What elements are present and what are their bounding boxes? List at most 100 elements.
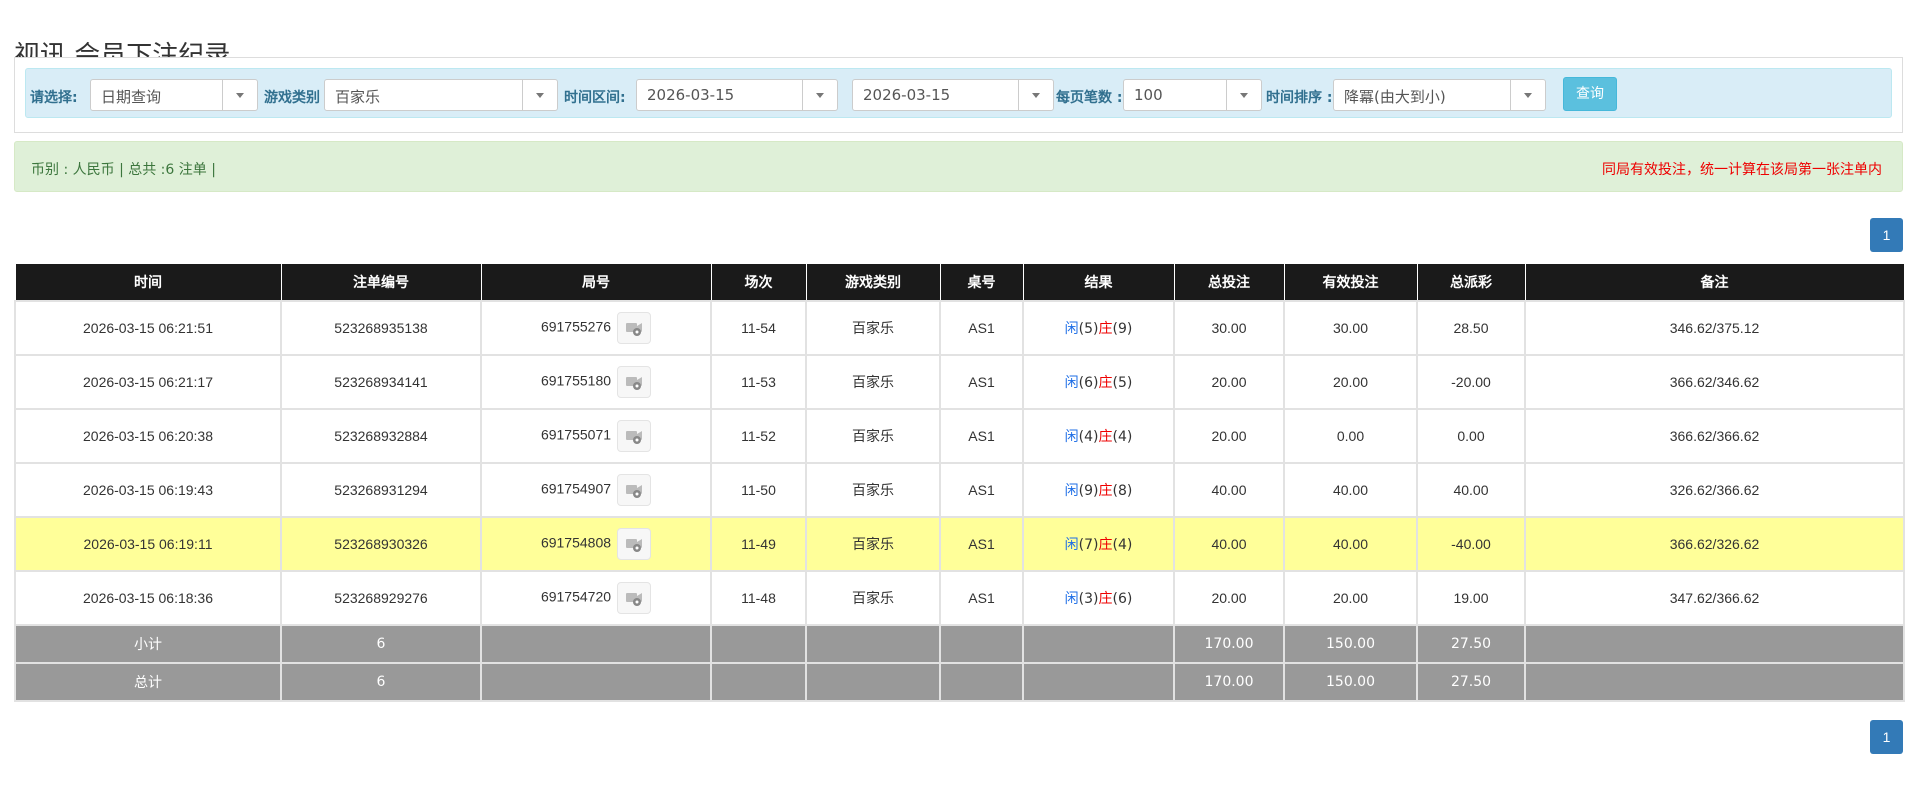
bet-record-table: 时间 注单编号 局号 场次 游戏类别 桌号 结果 总投注 有效投注 总派彩 备注… — [14, 263, 1905, 702]
payout: 19.00 — [1416, 570, 1526, 626]
banker-label: 庄 — [1098, 429, 1113, 445]
game-select[interactable]: 百家乐 — [324, 79, 558, 111]
total-bet[interactable]: 30.00 — [1173, 300, 1285, 356]
round-cell: 691755180 — [480, 354, 712, 410]
shoe-number: 11-48 — [710, 570, 807, 626]
round-cell: 691754720 — [480, 570, 712, 626]
video-replay-icon[interactable] — [617, 366, 652, 398]
round-number: 691755276 — [540, 318, 612, 335]
col-header: 总派彩 — [1416, 263, 1526, 302]
per-page-value: 100 — [1134, 86, 1163, 104]
video-replay-icon[interactable] — [617, 474, 652, 506]
subtotal-count: 6 — [280, 624, 482, 664]
col-header: 结果 — [1022, 263, 1175, 302]
player-points: (9) — [1078, 483, 1099, 499]
bet-time: 2026-03-15 06:21:51 — [14, 300, 282, 356]
empty-cell — [1524, 662, 1905, 702]
pagination-page-top[interactable]: 1 — [1870, 218, 1903, 252]
total-bet[interactable]: 20.00 — [1173, 354, 1285, 410]
empty-cell — [805, 662, 941, 702]
chevron-down-icon[interactable] — [1510, 80, 1545, 110]
game-value: 百家乐 — [335, 88, 381, 106]
table-number: AS1 — [939, 354, 1024, 410]
banker-label: 庄 — [1098, 375, 1113, 391]
video-replay-icon[interactable] — [617, 420, 652, 452]
grandtotal-count: 6 — [280, 662, 482, 702]
valid-bet: 20.00 — [1283, 354, 1418, 410]
total-bet[interactable]: 40.00 — [1173, 462, 1285, 518]
bet-time: 2026-03-15 06:18:36 — [14, 570, 282, 626]
video-replay-icon[interactable] — [617, 528, 652, 560]
banker-points: (8) — [1112, 483, 1133, 499]
round-cell: 691755276 — [480, 300, 712, 356]
subtotal-payout: 27.50 — [1416, 624, 1526, 664]
balance-note: 347.62/366.62 — [1524, 570, 1905, 626]
col-header: 桌号 — [939, 263, 1024, 302]
date-to-value: 2026-03-15 — [863, 86, 951, 104]
subtotal-label: 小计 — [14, 624, 282, 664]
player-points: (5) — [1078, 321, 1099, 337]
table-number: AS1 — [939, 516, 1024, 572]
pagination-page-bottom[interactable]: 1 — [1870, 720, 1903, 754]
summary-text: 币别 : 人民币 | 总共 :6 注单 | — [31, 162, 216, 178]
video-replay-icon[interactable] — [617, 582, 652, 614]
query-type-select[interactable]: 日期查询 — [90, 79, 258, 111]
table-row: 2026-03-15 06:19:11 523268930326 691754808… — [14, 516, 1905, 572]
total-bet[interactable]: 20.00 — [1173, 570, 1285, 626]
col-header: 局号 — [480, 263, 712, 302]
bet-time: 2026-03-15 06:19:11 — [14, 516, 282, 572]
video-replay-icon[interactable] — [617, 312, 652, 344]
chevron-down-icon[interactable] — [222, 80, 257, 110]
game-type: 百家乐 — [805, 408, 941, 464]
payout: 40.00 — [1416, 462, 1526, 518]
valid-bet: 40.00 — [1283, 462, 1418, 518]
sort-select[interactable]: 降冪(由大到小) — [1333, 79, 1546, 111]
game-type: 百家乐 — [805, 300, 941, 356]
table-header-row: 时间 注单编号 局号 场次 游戏类别 桌号 结果 总投注 有效投注 总派彩 备注 — [14, 263, 1905, 302]
empty-cell — [1524, 624, 1905, 664]
info-bar: 币别 : 人民币 | 总共 :6 注单 | 同局有效投注，统一计算在该局第一张注… — [14, 141, 1903, 192]
chevron-down-icon[interactable] — [522, 80, 557, 110]
sort-label: 时间排序 : — [1266, 90, 1333, 106]
banker-label: 庄 — [1098, 537, 1113, 553]
grandtotal-payout: 27.50 — [1416, 662, 1526, 702]
chevron-down-icon[interactable] — [802, 80, 837, 110]
bet-number: 523268932884 — [280, 408, 482, 464]
total-bet[interactable]: 40.00 — [1173, 516, 1285, 572]
player-points: (6) — [1078, 375, 1099, 391]
result-cell: 闲(5)庄(9) — [1022, 300, 1175, 356]
bet-number: 523268934141 — [280, 354, 482, 410]
table-number: AS1 — [939, 570, 1024, 626]
date-to-select[interactable]: 2026-03-15 — [852, 79, 1054, 111]
table-number: AS1 — [939, 300, 1024, 356]
payout: 28.50 — [1416, 300, 1526, 356]
col-header: 场次 — [710, 263, 807, 302]
payout: -40.00 — [1416, 516, 1526, 572]
player-label: 闲 — [1064, 537, 1079, 553]
chevron-down-icon[interactable] — [1226, 80, 1261, 110]
empty-cell — [1022, 624, 1175, 664]
player-label: 闲 — [1064, 591, 1079, 607]
empty-cell — [710, 624, 807, 664]
empty-cell — [939, 624, 1024, 664]
time-range-label: 时间区间: — [564, 90, 626, 106]
date-from-select[interactable]: 2026-03-15 — [636, 79, 838, 111]
result-cell: 闲(6)庄(5) — [1022, 354, 1175, 410]
notice-text: 同局有效投注，统一计算在该局第一张注单内 — [1602, 162, 1882, 178]
balance-note: 366.62/326.62 — [1524, 516, 1905, 572]
chevron-down-icon[interactable] — [1018, 80, 1053, 110]
bet-time: 2026-03-15 06:21:17 — [14, 354, 282, 410]
date-from-value: 2026-03-15 — [647, 86, 735, 104]
player-points: (4) — [1078, 429, 1099, 445]
round-cell: 691754907 — [480, 462, 712, 518]
shoe-number: 11-50 — [710, 462, 807, 518]
valid-bet: 20.00 — [1283, 570, 1418, 626]
per-page-select[interactable]: 100 — [1123, 79, 1262, 111]
col-header: 有效投注 — [1283, 263, 1418, 302]
balance-note: 366.62/346.62 — [1524, 354, 1905, 410]
col-header: 备注 — [1524, 263, 1905, 302]
total-bet[interactable]: 20.00 — [1173, 408, 1285, 464]
empty-cell — [480, 662, 712, 702]
query-button[interactable]: 查询 — [1563, 77, 1617, 111]
round-cell: 691755071 — [480, 408, 712, 464]
